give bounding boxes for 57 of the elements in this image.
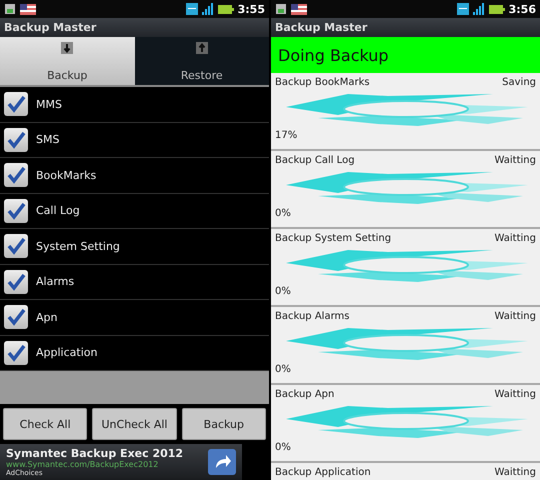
item-label: Application — [36, 346, 98, 360]
up-arrow-icon — [196, 42, 208, 54]
task-status: Waitting — [494, 389, 536, 400]
task-percent: 0% — [275, 208, 292, 219]
checkbox[interactable] — [4, 340, 28, 365]
sd-card-icon — [4, 3, 16, 15]
task-name: Backup Application — [275, 467, 371, 478]
checkbox[interactable] — [4, 270, 28, 294]
battery-icon — [218, 4, 234, 14]
action-button[interactable]: UnCheck All — [92, 408, 177, 440]
battery-icon — [488, 4, 505, 14]
down-arrow-icon — [61, 42, 74, 54]
item-label: MMS — [36, 98, 62, 111]
tab[interactable]: Backup — [0, 37, 134, 85]
task-percent: 17% — [275, 130, 298, 141]
flag-icon — [291, 4, 307, 14]
task-status: Waitting — [494, 311, 536, 322]
checkbox[interactable] — [4, 163, 28, 188]
checkbox[interactable] — [4, 92, 28, 116]
checkbox[interactable] — [4, 305, 28, 330]
task-status: Waitting — [494, 467, 536, 478]
item-label: System Setting — [36, 240, 120, 253]
task-percent: 0% — [275, 442, 292, 453]
item-label: Call Log — [36, 204, 80, 218]
sd-card-icon — [275, 3, 287, 15]
task-name: Backup Call Log — [275, 155, 355, 166]
action-button[interactable]: Check All — [3, 408, 88, 440]
status-time: 3:55 — [238, 2, 265, 16]
task-percent: 0% — [275, 286, 292, 297]
item-label: Apn — [36, 310, 58, 324]
item-label: BookMarks — [36, 168, 96, 182]
tab[interactable]: Restore — [134, 37, 269, 85]
action-button[interactable]: Backup — [182, 408, 266, 440]
task-status: Saving — [502, 77, 536, 88]
checkbox[interactable] — [4, 128, 28, 152]
task-name: Backup System Setting — [275, 233, 392, 244]
status-time: 3:56 — [508, 2, 536, 16]
task-status: Waitting — [494, 155, 536, 166]
network-type-icon — [186, 3, 198, 15]
app-title: Backup Master — [0, 18, 269, 37]
task-name: Backup Apn — [275, 389, 334, 400]
item-label: Alarms — [36, 275, 74, 288]
task-name: Backup Alarms — [275, 311, 350, 322]
ad-url[interactable]: www.Symantec.com/BackupExec2012 — [6, 460, 208, 469]
task-status: Waitting — [494, 233, 536, 244]
checkbox[interactable] — [4, 234, 28, 258]
ad-title: Symantec Backup Exec 2012 — [6, 447, 184, 460]
flag-icon — [20, 4, 36, 14]
task-name: Backup BookMarks — [275, 77, 370, 88]
signal-icon — [472, 3, 485, 15]
signal-icon — [202, 3, 214, 15]
item-label: SMS — [36, 133, 60, 146]
app-title: Backup Master — [271, 18, 540, 37]
task-percent: 0% — [275, 364, 292, 375]
checkbox[interactable] — [4, 198, 28, 223]
network-type-icon — [456, 3, 469, 15]
backup-header: Doing Backup — [271, 37, 540, 73]
